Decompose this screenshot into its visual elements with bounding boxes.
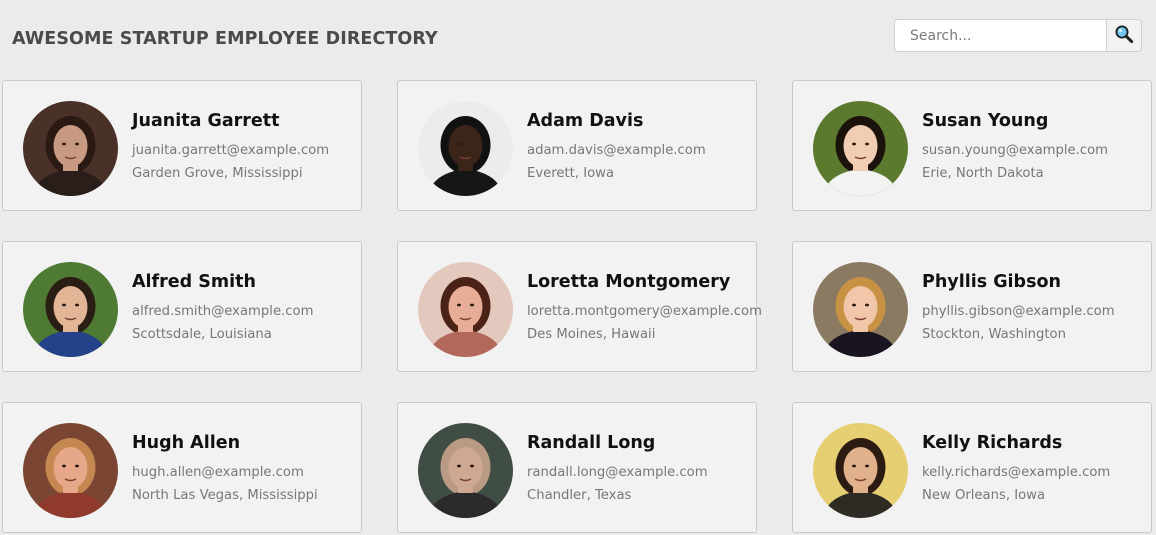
card-info: Hugh Allen hugh.allen@example.com North La… [132, 431, 318, 507]
employee-email: hugh.allen@example.com [132, 465, 304, 480]
employee-name: Susan Young [922, 111, 1049, 131]
page-title: AWESOME STARTUP EMPLOYEE DIRECTORY [12, 29, 438, 49]
employee-name: Kelly Richards [922, 433, 1063, 453]
avatar [813, 423, 908, 518]
employee-location: Garden Grove, Mississippi [132, 166, 303, 181]
employee-location: Everett, Iowa [527, 166, 615, 181]
card-info: Adam Davis adam.davis@example.com Everett,… [527, 109, 706, 185]
avatar [813, 101, 908, 196]
employee-email: alfred.smith@example.com [132, 304, 314, 319]
employee-name: Loretta Montgomery [527, 272, 731, 292]
employee-card[interactable]: Alfred Smith alfred.smith@example.com Scot… [2, 241, 362, 372]
avatar [813, 262, 908, 357]
employee-name: Phyllis Gibson [922, 272, 1061, 292]
employee-name: Juanita Garrett [132, 111, 280, 131]
card-info: Alfred Smith alfred.smith@example.com Scot… [132, 270, 313, 346]
employee-location: Stockton, Washington [922, 327, 1066, 342]
employee-location: Des Moines, Hawaii [527, 327, 656, 342]
card-info: Juanita Garrett juanita.garrett@example.c… [132, 109, 329, 185]
employee-card[interactable]: Hugh Allen hugh.allen@example.com North La… [2, 402, 362, 533]
employee-location: Erie, North Dakota [922, 166, 1044, 181]
employee-name: Adam Davis [527, 111, 644, 131]
employee-email: loretta.montgomery@example.com [527, 304, 762, 319]
card-info: Susan Young susan.young@example.com Erie, … [922, 109, 1108, 185]
employee-card[interactable]: Loretta Montgomery loretta.montgomery@exa… [397, 241, 762, 372]
search-form [894, 19, 1142, 52]
employee-email: randall.long@example.com [527, 465, 708, 480]
employee-location: Chandler, Texas [527, 488, 632, 503]
employee-card[interactable]: Susan Young susan.young@example.com Erie, … [792, 80, 1152, 211]
employee-name: Hugh Allen [132, 433, 241, 453]
employee-email: juanita.garrett@example.com [132, 143, 330, 158]
employee-location: North Las Vegas, Mississippi [132, 488, 318, 503]
employee-card[interactable]: Kelly Richards kelly.richards@example.com… [792, 402, 1152, 533]
employee-name: Randall Long [527, 433, 656, 453]
employee-card[interactable]: Randall Long randall.long@example.com Chan… [397, 402, 757, 533]
avatar [23, 101, 118, 196]
employee-location: New Orleans, Iowa [922, 488, 1046, 503]
employee-email: phyllis.gibson@example.com [922, 304, 1115, 319]
employee-name: Alfred Smith [132, 272, 256, 292]
employee-card[interactable]: Phyllis Gibson phyllis.gibson@example.com… [792, 241, 1152, 372]
magnifying-glass-icon [1114, 24, 1134, 47]
employee-email: kelly.richards@example.com [922, 465, 1111, 480]
card-info: Kelly Richards kelly.richards@example.com… [922, 431, 1110, 507]
card-info: Loretta Montgomery loretta.montgomery@exa… [527, 270, 762, 346]
employee-location: Scottsdale, Louisiana [132, 327, 272, 342]
search-button[interactable] [1106, 19, 1142, 52]
employee-email: susan.young@example.com [922, 143, 1108, 158]
employee-card[interactable]: Juanita Garrett juanita.garrett@example.c… [2, 80, 362, 211]
avatar [418, 101, 513, 196]
avatar [23, 262, 118, 357]
employee-card[interactable]: Adam Davis adam.davis@example.com Everett,… [397, 80, 757, 211]
avatar [418, 423, 513, 518]
card-info: Phyllis Gibson phyllis.gibson@example.com… [922, 270, 1115, 346]
search-input[interactable] [894, 19, 1106, 52]
employee-email: adam.davis@example.com [527, 143, 706, 158]
card-info: Randall Long randall.long@example.com Chan… [527, 431, 708, 507]
avatar [418, 262, 513, 357]
avatar [23, 423, 118, 518]
